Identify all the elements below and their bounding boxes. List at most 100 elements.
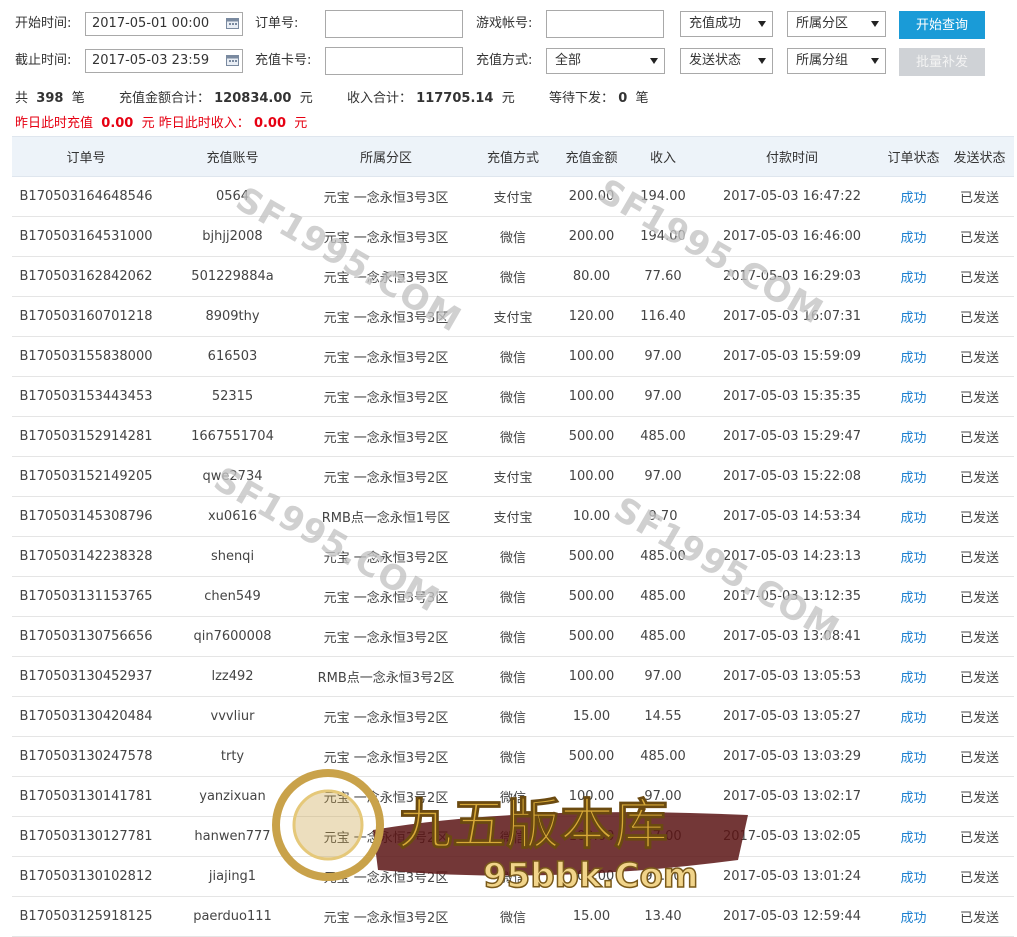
cell-method: 微信 [467, 696, 559, 737]
yesterday-recharge-unit: 元 [141, 116, 155, 131]
start-time-input[interactable]: 2017-05-01 00:00 [85, 12, 243, 36]
cell-send-status: 已发送 [945, 616, 1014, 657]
cell-order-status[interactable]: 成功 [882, 816, 945, 857]
cell-order-status[interactable]: 成功 [882, 656, 945, 697]
table-row: B170503130247578 trty 元宝 一念永恒3号2区 微信 500.00 4… [12, 736, 1014, 777]
cell-order-status[interactable]: 成功 [882, 216, 945, 257]
cell-order-status[interactable]: 成功 [882, 736, 945, 777]
total-prefix: 共 [15, 91, 29, 106]
cell-zone: 元宝 一念永恒3号2区 [305, 376, 467, 417]
cell-order-status[interactable]: 成功 [882, 416, 945, 457]
recharge-method-select[interactable]: 全部 [546, 48, 665, 74]
cell-order-status[interactable]: 成功 [882, 496, 945, 537]
chevron-down-icon [871, 58, 879, 64]
cell-order-number: B170503130102812 [12, 856, 160, 897]
card-number-label: 充值卡号: [255, 53, 312, 68]
cell-method: 微信 [467, 616, 559, 657]
recharge-total-unit: 元 [299, 91, 313, 106]
cell-method: 微信 [467, 256, 559, 297]
table-row: B170503145308796 xu0616 RMB点一念永恒1号区 支付宝 10.0… [12, 496, 1014, 537]
cell-send-status: 已发送 [945, 696, 1014, 737]
orders-table: 订单号 充值账号 所属分区 充值方式 充值金额 收入 付款时间 订单状态 发送状… [12, 136, 1014, 937]
cell-recharge-account: shenqi [160, 536, 305, 577]
cell-pay-time: 2017-05-03 13:03:29 [702, 736, 882, 777]
table-row: B170503142238328 shenqi 元宝 一念永恒3号2区 微信 500.0… [12, 536, 1014, 577]
cell-order-status[interactable]: 成功 [882, 176, 945, 217]
col-order-status: 订单状态 [882, 136, 945, 177]
income-total-label: 收入合计： [347, 91, 413, 106]
cell-amount: 100.00 [559, 656, 624, 697]
cell-recharge-account: 501229884a [160, 256, 305, 297]
summary-line: 共 398 笔 充值金额合计： 120834.00 元 收入合计： 117705… [15, 90, 649, 108]
cell-zone: 元宝 一念永恒3号2区 [305, 696, 467, 737]
order-number-input[interactable] [325, 10, 463, 38]
cell-order-status[interactable]: 成功 [882, 376, 945, 417]
table-row: B170503164648546 0564 元宝 一念永恒3号3区 支付宝 200.00… [12, 176, 1014, 217]
cell-send-status: 已发送 [945, 536, 1014, 577]
cell-send-status: 已发送 [945, 176, 1014, 217]
card-number-input[interactable] [325, 47, 463, 75]
recharge-total: 120834.00 [214, 91, 292, 106]
cell-zone: 元宝 一念永恒3号2区 [305, 336, 467, 377]
cell-order-status[interactable]: 成功 [882, 616, 945, 657]
table-row: B170503131153765 chen549 元宝 一念永恒3号3区 微信 500.… [12, 576, 1014, 617]
cell-order-status[interactable]: 成功 [882, 776, 945, 817]
cell-amount: 100.00 [559, 336, 624, 377]
cell-method: 微信 [467, 776, 559, 817]
cell-order-number: B170503130420484 [12, 696, 160, 737]
cell-pay-time: 2017-05-03 15:22:08 [702, 456, 882, 497]
pending-count: 0 [618, 91, 628, 106]
cell-order-status[interactable]: 成功 [882, 856, 945, 897]
start-query-button[interactable]: 开始查询 [899, 11, 985, 39]
cell-recharge-account: 1667551704 [160, 416, 305, 457]
cell-amount: 500.00 [559, 536, 624, 577]
cell-order-number: B170503145308796 [12, 496, 160, 537]
start-time-value: 2017-05-01 00:00 [92, 16, 210, 31]
table-row: B170503130141781 yanzixuan 元宝 一念永恒3号2区 微信 10… [12, 776, 1014, 817]
cell-order-status[interactable]: 成功 [882, 456, 945, 497]
cell-order-status[interactable]: 成功 [882, 336, 945, 377]
cell-recharge-account: chen549 [160, 576, 305, 617]
cell-order-status[interactable]: 成功 [882, 536, 945, 577]
cell-order-status[interactable]: 成功 [882, 256, 945, 297]
cell-recharge-account: 52315 [160, 376, 305, 417]
cell-amount: 200.00 [559, 176, 624, 217]
group-select[interactable]: 所属分组 [787, 48, 886, 74]
cell-zone: 元宝 一念永恒3号2区 [305, 456, 467, 497]
cell-zone: 元宝 一念永恒3号3区 [305, 176, 467, 217]
cell-order-status[interactable]: 成功 [882, 296, 945, 337]
calendar-icon[interactable] [226, 17, 239, 29]
cell-send-status: 已发送 [945, 656, 1014, 697]
game-account-input[interactable] [546, 10, 664, 38]
cell-income: 77.60 [624, 256, 702, 297]
cell-income: 97.00 [624, 336, 702, 377]
cell-send-status: 已发送 [945, 336, 1014, 377]
cell-pay-time: 2017-05-03 13:08:41 [702, 616, 882, 657]
end-time-input[interactable]: 2017-05-03 23:59 [85, 49, 243, 73]
batch-resend-button[interactable]: 批量补发 [899, 48, 985, 76]
recharge-status-select[interactable]: 充值成功 [680, 11, 773, 37]
yesterday-income: 0.00 [253, 116, 287, 131]
pending-label: 等待下发： [549, 91, 615, 106]
cell-pay-time: 2017-05-03 13:12:35 [702, 576, 882, 617]
table-row: B170503130452937 lzz492 RMB点一念永恒3号2区 微信 100.… [12, 656, 1014, 697]
cell-send-status: 已发送 [945, 216, 1014, 257]
send-status-value: 发送状态 [689, 53, 742, 68]
col-send-status: 发送状态 [945, 136, 1014, 177]
cell-income: 9.70 [624, 496, 702, 537]
cell-order-status[interactable]: 成功 [882, 576, 945, 617]
recharge-method-value: 全部 [555, 53, 582, 68]
cell-method: 支付宝 [467, 296, 559, 337]
send-status-select[interactable]: 发送状态 [680, 48, 773, 74]
cell-zone: RMB点一念永恒1号区 [305, 496, 467, 537]
calendar-icon[interactable] [226, 54, 239, 66]
cell-recharge-account: lzz492 [160, 656, 305, 697]
cell-pay-time: 2017-05-03 13:05:53 [702, 656, 882, 697]
table-header-row: 订单号 充值账号 所属分区 充值方式 充值金额 收入 付款时间 订单状态 发送状… [12, 136, 1014, 177]
zone-select[interactable]: 所属分区 [787, 11, 886, 37]
chevron-down-icon [650, 58, 658, 64]
cell-order-number: B170503152149205 [12, 456, 160, 497]
cell-method: 微信 [467, 576, 559, 617]
cell-order-status[interactable]: 成功 [882, 696, 945, 737]
cell-zone: 元宝 一念永恒3号2区 [305, 536, 467, 577]
